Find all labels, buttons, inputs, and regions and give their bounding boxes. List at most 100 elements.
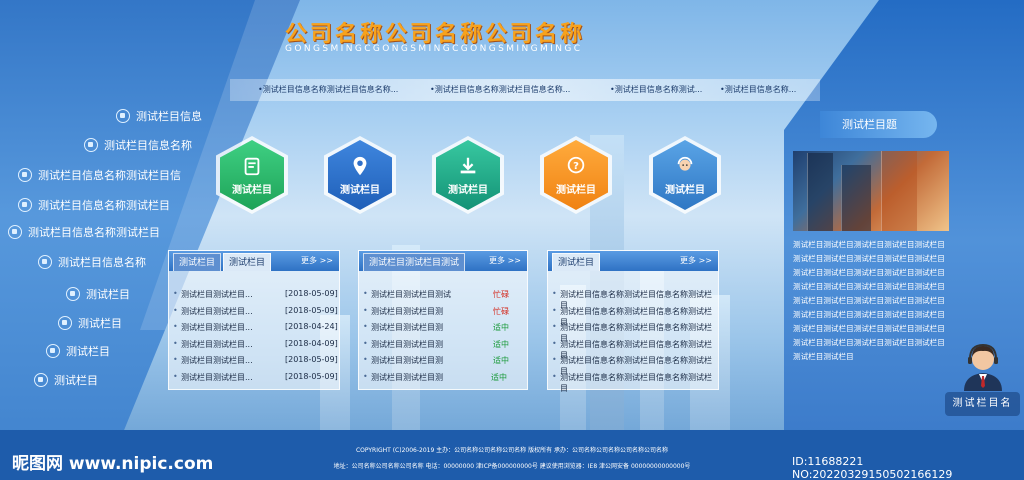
list-item[interactable]: 测试栏目测试栏目... [2018-04-09] — [169, 335, 339, 352]
status-text: 适中 — [491, 372, 507, 382]
sidebar-item[interactable]: 测试栏目 — [34, 372, 98, 388]
tile-question[interactable]: ? 测试栏目 — [540, 136, 612, 214]
tile-label: 测试栏目 — [448, 184, 488, 196]
building-photo — [793, 151, 949, 231]
list-item[interactable]: 测试栏目测试栏目... [2018-05-09] — [169, 368, 339, 385]
sidebar-item[interactable]: 测试栏目信息 — [116, 108, 202, 124]
sidebar-item[interactable]: 测试栏目 — [46, 343, 110, 359]
list-item[interactable]: 测试栏目测试栏目... [2018-04-24] — [169, 318, 339, 335]
sidebar-item[interactable]: 测试栏目信息名称 — [38, 254, 146, 270]
list-item-date: [2018-05-09] — [285, 305, 338, 315]
list-item-title: 测试栏目测试栏目... — [173, 322, 253, 333]
right-text-line: 测试栏目测试栏目 — [793, 352, 854, 361]
panel-tab[interactable]: 测试栏目 — [552, 253, 601, 271]
support-agent-icon — [964, 343, 1002, 391]
more-link[interactable]: 更多 >> — [301, 255, 333, 266]
tile-download[interactable]: 测试栏目 — [432, 136, 504, 214]
svg-text:?: ? — [573, 160, 579, 171]
tile-label: 测试栏目 — [665, 184, 705, 196]
sidebar-item-label: 测试栏目信息名称测试栏目 — [38, 199, 170, 212]
scale-icon — [66, 287, 80, 301]
list-item[interactable]: 测试栏目信息名称测试栏目信息名称测试栏目 — [548, 351, 718, 376]
more-link[interactable]: 更多 >> — [489, 255, 521, 266]
list-item-title: 测试栏目测试栏目测 — [363, 339, 443, 350]
id-card-icon — [18, 168, 32, 182]
list-item[interactable]: 测试栏目测试栏目测 适中 — [359, 335, 527, 352]
sidebar-item[interactable]: 测试栏目信息名称 — [84, 137, 192, 153]
more-link[interactable]: 更多 >> — [680, 255, 712, 266]
sidebar-item-label: 测试栏目信息 — [136, 110, 202, 123]
list-item-title: 测试栏目测试栏目测试 — [363, 289, 451, 300]
ticker-item[interactable]: •测试栏目信息名称... — [720, 84, 796, 95]
list-item-date: [2018-04-09] — [285, 338, 338, 348]
sidebar-item-label: 测试栏目信息名称 — [58, 256, 146, 269]
image-id-text: ID:11688221 NO:20220329150502166129 — [792, 455, 953, 480]
status-text: 忙碌 — [493, 290, 509, 299]
panel-header: 测试栏目 更多 >> — [548, 251, 718, 271]
right-section-title[interactable]: 测试栏目题 — [820, 111, 937, 138]
list-item[interactable]: 测试栏目测试栏目测试 忙碌 — [359, 285, 527, 302]
list-item-date: [2018-05-09] — [285, 355, 338, 364]
sidebar-item[interactable]: 测试栏目信息名称测试栏目 — [8, 224, 160, 240]
document-icon — [84, 138, 98, 152]
list-item[interactable]: 测试栏目测试栏目测 适中 — [359, 318, 527, 335]
edit-icon — [58, 316, 72, 330]
right-text-line: 测试栏目测试栏目测试栏目测试栏目测试栏目 — [793, 310, 945, 319]
list-item-title: 测试栏目测试栏目测 — [363, 322, 443, 333]
right-text-line: 测试栏目测试栏目测试栏目测试栏目测试栏目 — [793, 296, 945, 305]
list-item-date: [2018-05-09] — [285, 371, 338, 381]
right-text-line: 测试栏目测试栏目测试栏目测试栏目测试栏目 — [793, 254, 945, 263]
list-item[interactable]: 测试栏目测试栏目测 适中 — [359, 351, 527, 368]
compass-icon — [34, 373, 48, 387]
panel-tab[interactable]: 测试栏目 — [173, 253, 222, 271]
right-text-line: 测试栏目测试栏目测试栏目测试栏目测试栏目 — [793, 268, 945, 277]
ticker-item[interactable]: •测试栏目信息名称测试... — [610, 84, 702, 95]
list-item[interactable]: 测试栏目测试栏目测 适中 — [359, 368, 527, 385]
ticker-item[interactable]: •测试栏目信息名称测试栏目信息名称... — [258, 84, 398, 95]
panel-header: 测试栏目测试栏目测试 更多 >> — [359, 251, 527, 271]
tile-label: 测试栏目 — [556, 184, 596, 196]
question-icon: ? — [567, 156, 585, 173]
news-ticker: •测试栏目信息名称测试栏目信息名称... •测试栏目信息名称测试栏目信息名称..… — [230, 79, 820, 101]
right-text-line: 测试栏目测试栏目测试栏目测试栏目测试栏目 — [793, 324, 945, 333]
news-panel-3: 测试栏目 更多 >> 测试栏目信息名称测试栏目信息名称测试栏目 测试栏目信息名称… — [547, 250, 719, 393]
ticker-item[interactable]: •测试栏目信息名称测试栏目信息名称... — [430, 84, 570, 95]
list-item-title: 测试栏目测试栏目... — [173, 289, 253, 300]
list-item[interactable]: 测试栏目信息名称测试栏目信息名称测试栏目 — [548, 318, 718, 343]
list-item-title: 测试栏目测试栏目... — [173, 339, 253, 350]
sidebar-item[interactable]: 测试栏目信息名称测试栏目 — [18, 197, 170, 213]
list-item[interactable]: 测试栏目信息名称测试栏目信息名称测试栏目 — [548, 368, 718, 393]
list-item[interactable]: 测试栏目测试栏目... [2018-05-09] — [169, 302, 339, 319]
status-text: 适中 — [493, 356, 509, 365]
user-icon — [18, 198, 32, 212]
list-item[interactable]: 测试栏目信息名称测试栏目信息名称测试栏目 — [548, 335, 718, 360]
tile-label: 测试栏目 — [232, 184, 272, 196]
list-item[interactable]: 测试栏目测试栏目... [2018-05-09] — [169, 285, 339, 302]
sidebar-item-label: 测试栏目信息名称测试栏目信 — [38, 169, 181, 182]
list-item[interactable]: 测试栏目信息名称测试栏目信息名称测试栏目 — [548, 285, 718, 310]
support-label[interactable]: 测试栏目名 — [945, 392, 1020, 416]
user-icon — [116, 109, 130, 123]
watermark-logo: 昵图网 www.nipic.com — [12, 454, 214, 474]
panel-tab[interactable]: 测试栏目 — [223, 253, 272, 271]
list-item[interactable]: 测试栏目测试栏目测 忙碌 — [359, 302, 527, 319]
right-text-line: 测试栏目测试栏目测试栏目测试栏目测试栏目 — [793, 338, 945, 347]
download-icon — [460, 157, 476, 173]
globe-icon — [38, 255, 52, 269]
sidebar-item[interactable]: 测试栏目 — [66, 286, 130, 302]
list-item[interactable]: 测试栏目测试栏目... [2018-05-09] — [169, 351, 339, 368]
list-item-title: 测试栏目测试栏目... — [173, 306, 253, 317]
list-item-title: 测试栏目测试栏目测 — [363, 355, 443, 366]
support-agent-icon — [677, 156, 693, 171]
panel-tab[interactable]: 测试栏目测试栏目测试 — [363, 253, 466, 271]
right-text-line: 测试栏目测试栏目测试栏目测试栏目测试栏目 — [793, 240, 945, 249]
sidebar-item[interactable]: 测试栏目信息名称测试栏目信 — [18, 167, 181, 183]
sidebar-item[interactable]: 测试栏目 — [58, 315, 122, 331]
tile-map[interactable]: 测试栏目 — [324, 136, 396, 214]
tile-support[interactable]: 测试栏目 — [649, 136, 721, 214]
tile-label: 测试栏目 — [340, 184, 380, 196]
list-item[interactable]: 测试栏目信息名称测试栏目信息名称测试栏目 — [548, 302, 718, 327]
tile-notepad[interactable]: 测试栏目 — [216, 136, 288, 214]
status-text: 忙碌 — [493, 306, 509, 316]
list-item-title: 测试栏目测试栏目... — [173, 355, 253, 366]
